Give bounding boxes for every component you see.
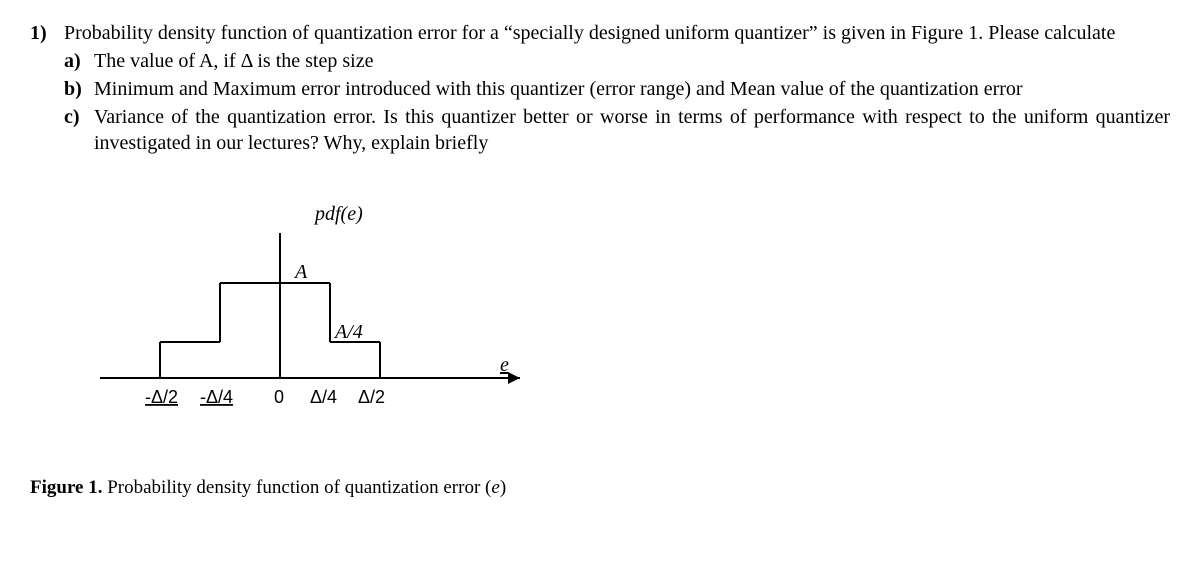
question-body: Probability density function of quantiza… [64,20,1170,158]
level-A4-label: A/4 [333,321,363,343]
caption-var-e: e [491,477,499,498]
part-letter: b) [64,76,94,102]
xtick--d2: -Δ/2 [145,387,178,407]
caption-main: Probability density function of quantiza… [107,477,491,498]
xtick-d4: Δ/4 [310,387,337,407]
caption-number: Figure 1. [30,477,102,498]
part-letter: c) [64,104,94,156]
part-text: Minimum and Maximum error introduced wit… [94,76,1170,102]
xtick-0: 0 [274,387,284,407]
question-parts: a) The value of A, if Δ is the step size… [64,48,1170,156]
part-a-text: The value of A, if Δ is the step size [94,50,373,72]
part-b: b) Minimum and Maximum error introduced … [64,76,1170,102]
part-text: The value of A, if Δ is the step size [94,48,1170,74]
figure-1: pdf(e) A A/4 e -Δ/2 -Δ/4 0 Δ/4 Δ/2 [100,198,600,448]
part-text: Variance of the quantization error. Is t… [94,104,1170,156]
xtick-d2: Δ/2 [358,387,385,407]
pdf-plot: pdf(e) A A/4 e -Δ/2 -Δ/4 0 Δ/4 Δ/2 [100,198,600,428]
x-axis-label: e [500,354,509,376]
part-c-text: Variance of the quantization error. Is t… [94,106,1170,154]
part-b-text: Minimum and Maximum error introduced wit… [94,78,1023,100]
xtick--d4: -Δ/4 [200,387,233,407]
part-c: c) Variance of the quantization error. I… [64,104,1170,156]
part-letter: a) [64,48,94,74]
caption-text: Probability density function of quantiza… [107,477,506,498]
question-1: 1) Probability density function of quant… [30,20,1170,158]
caption-close: ) [500,477,506,498]
level-A-label: A [293,261,308,283]
question-intro: Probability density function of quantiza… [64,22,1115,44]
part-a: a) The value of A, if Δ is the step size [64,48,1170,74]
y-axis-label: pdf(e) [313,203,363,225]
figure-caption: Figure 1. Probability density function o… [30,476,1170,501]
x-axis-arrow-icon [508,372,520,384]
question-number: 1) [30,20,64,158]
